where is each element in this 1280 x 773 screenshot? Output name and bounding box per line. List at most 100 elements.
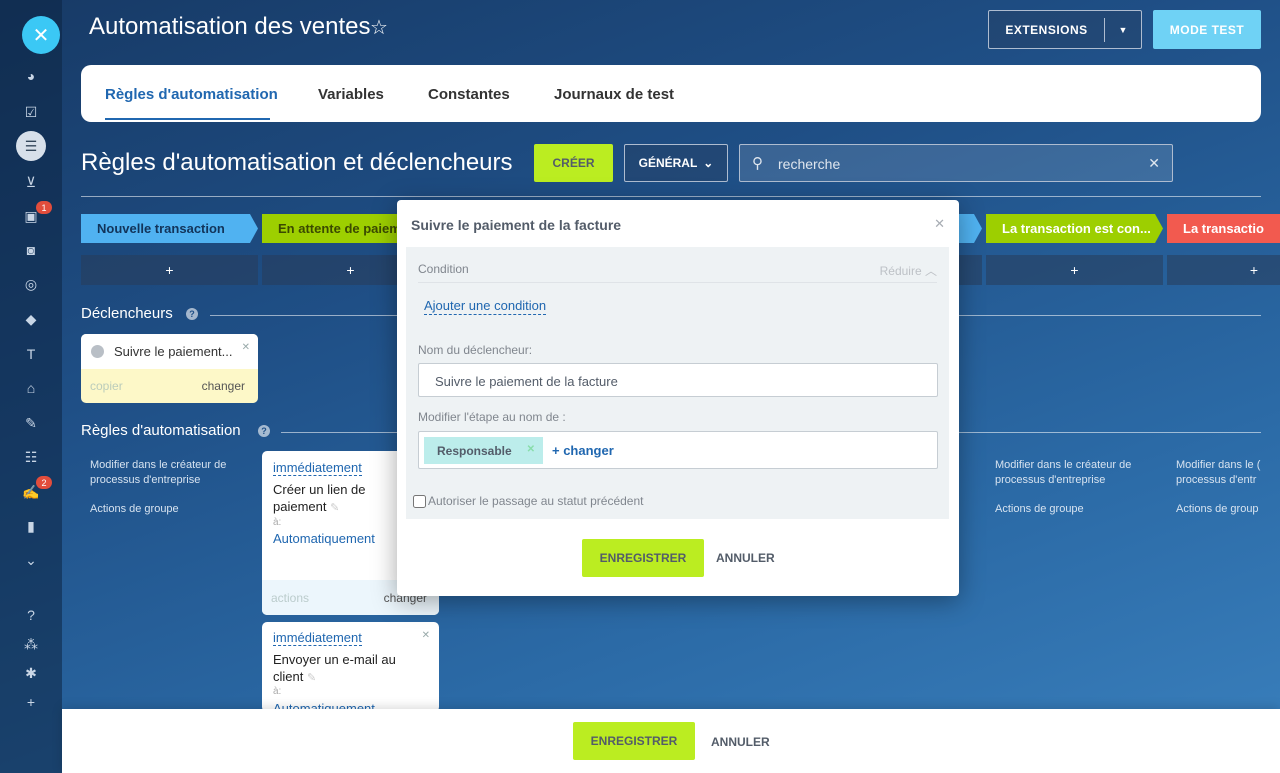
search-box: ⚲ ✕ [739, 144, 1173, 182]
close-icon[interactable]: ✕ [934, 216, 945, 232]
bottom-action-bar: ENREGISTRER ANNULER [62, 709, 1280, 773]
cancel-button[interactable]: ANNULER [716, 551, 775, 565]
divider [210, 315, 400, 316]
signature-icon[interactable]: ✎ [21, 413, 41, 433]
star-icon[interactable]: ☆ [370, 15, 388, 40]
sitemap-icon[interactable]: ⁂ [21, 634, 41, 654]
robot-card[interactable]: immédiatement ✕ Envoyer un e-mail au cli… [262, 622, 439, 712]
robot-title-text: Créer un lien de paiement [273, 482, 366, 514]
robot-to-label: à: [273, 686, 282, 697]
funnel-icon[interactable]: ☰ [16, 131, 46, 161]
change-link[interactable]: changer [202, 379, 245, 393]
extensions-button[interactable]: EXTENSIONS ▼ [988, 10, 1142, 49]
responsible-tag: Responsable ✕ [424, 437, 543, 464]
mode-test-button[interactable]: MODE TEST [1153, 10, 1261, 49]
add-trigger-button[interactable]: + [986, 255, 1163, 285]
tag-label: Responsable [437, 443, 512, 458]
pencil-icon[interactable]: ✎ [330, 502, 339, 514]
active-tab-indicator [105, 118, 270, 120]
robot-title: Envoyer un e-mail au client ✎ [273, 651, 413, 687]
edit-in-designer-link[interactable]: Modifier dans le créateur de processus d… [995, 458, 1165, 488]
collapse-toggle[interactable]: Réduire ︿ [880, 262, 937, 279]
divider [958, 315, 1261, 316]
help-icon[interactable]: ? [21, 605, 41, 625]
lock-icon [91, 345, 104, 358]
modify-stage-field[interactable]: Responsable ✕ + changer [418, 431, 938, 469]
chevron-down-icon[interactable]: ⌄ [21, 550, 41, 570]
close-icon[interactable]: ✕ [242, 342, 250, 353]
pencil-icon[interactable]: ✎ [307, 672, 316, 684]
group-actions-link[interactable]: Actions de groupe [995, 502, 1084, 517]
general-label: GÉNÉRAL [638, 156, 698, 170]
close-icon[interactable]: ✕ [422, 630, 430, 641]
save-button[interactable]: ENREGISTRER [573, 722, 695, 760]
box-icon[interactable]: ◆ [21, 309, 41, 329]
checklist-icon[interactable]: ☷ [21, 447, 41, 467]
bar-chart-icon[interactable]: ▮ [21, 516, 41, 536]
help-icon[interactable]: ? [258, 425, 270, 437]
edit-in-designer-link[interactable]: Modifier dans le ( processus d'entr [1176, 458, 1280, 488]
timing-link[interactable]: immédiatement [273, 630, 362, 646]
divider [418, 282, 937, 283]
general-dropdown[interactable]: GÉNÉRAL ⌄ [624, 144, 728, 182]
search-icon: ⚲ [752, 155, 763, 172]
left-sidebar: ✕ ◕ ☑ ☰ ⊻ ▣ 1 ◙ ◎ ◆ T ⌂ ✎ ☷ ✍ 2 ▮ ⌄ ? ⁂ … [0, 0, 62, 773]
tab-variables[interactable]: Variables [318, 86, 384, 103]
page-title: Automatisation des ventes [89, 13, 371, 40]
group-actions-link[interactable]: Actions de groupe [90, 502, 179, 517]
condition-label: Condition [418, 262, 469, 276]
group-actions-link[interactable]: Actions de group [1176, 502, 1259, 517]
trigger-name-input[interactable] [435, 372, 915, 390]
add-change-link[interactable]: + changer [552, 443, 614, 458]
checkbox[interactable] [413, 494, 426, 508]
add-trigger-button[interactable]: + [81, 255, 258, 285]
section-title: Règles d'automatisation et déclencheurs [81, 149, 513, 176]
tab-constants[interactable]: Constantes [428, 86, 510, 103]
tab-test-logs[interactable]: Journaux de test [554, 86, 674, 103]
cart-icon[interactable]: ⊻ [21, 172, 41, 192]
copy-link[interactable]: copier [90, 379, 123, 393]
search-input[interactable] [778, 153, 1128, 175]
clear-icon[interactable]: ✕ [1148, 155, 1160, 172]
bank-icon[interactable]: ⌂ [21, 378, 41, 398]
gear-icon[interactable]: ✱ [21, 663, 41, 683]
notification-badge: 1 [36, 201, 52, 214]
extensions-label: EXTENSIONS [1005, 22, 1088, 37]
close-icon[interactable]: ✕ [22, 16, 60, 54]
notification-badge: 2 [36, 476, 52, 489]
check-square-icon[interactable]: ☑ [21, 102, 41, 122]
robot-title-text: Envoyer un e-mail au client [273, 652, 396, 684]
collapse-label: Réduire [879, 264, 922, 278]
save-button[interactable]: ENREGISTRER [582, 539, 704, 577]
target-icon[interactable]: ◎ [21, 274, 41, 294]
robot-assignee[interactable]: Automatiquement [273, 531, 375, 546]
pie-chart-icon[interactable]: ◕ [21, 66, 41, 86]
cancel-button[interactable]: ANNULER [711, 735, 770, 749]
add-condition-link[interactable]: Ajouter une condition [424, 298, 547, 315]
trigger-name: Suivre le paiement... [114, 344, 233, 359]
trigger-name-label: Nom du déclencheur: [418, 343, 533, 357]
stage-transaction-completed[interactable]: La transaction est con... [986, 214, 1163, 243]
robot-title: Créer un lien de paiement ✎ [273, 481, 393, 517]
plus-icon[interactable]: + [21, 692, 41, 712]
robot-icon[interactable]: ◙ [21, 240, 41, 260]
timing-link[interactable]: immédiatement [273, 460, 362, 476]
edit-in-designer-link[interactable]: Modifier dans le créateur de processus d… [90, 458, 260, 488]
divider [281, 432, 397, 433]
add-trigger-button[interactable]: + [1167, 255, 1280, 285]
dialog-title: Suivre le paiement de la facture [411, 217, 622, 233]
divider [958, 432, 1261, 433]
tab-automation-rules[interactable]: Règles d'automatisation [105, 86, 278, 103]
chevron-up-icon: ︿ [924, 264, 937, 278]
caret-down-icon[interactable]: ▼ [1105, 25, 1141, 35]
remove-tag-icon[interactable]: ✕ [527, 444, 535, 455]
robot-to-label: à: [273, 517, 282, 528]
help-icon[interactable]: ? [186, 308, 198, 320]
stage-transaction-failed[interactable]: La transactio [1167, 214, 1280, 243]
stage-new-transaction[interactable]: Nouvelle transaction [81, 214, 258, 243]
trigger-card[interactable]: Suivre le paiement... ✕ copier changer [81, 334, 258, 403]
t-letter-icon[interactable]: T [21, 344, 41, 364]
actions-link[interactable]: actions [271, 591, 309, 605]
create-button[interactable]: CRÉER [534, 144, 613, 182]
allow-previous-status-checkbox[interactable]: Autoriser le passage au statut précédent [413, 494, 643, 508]
